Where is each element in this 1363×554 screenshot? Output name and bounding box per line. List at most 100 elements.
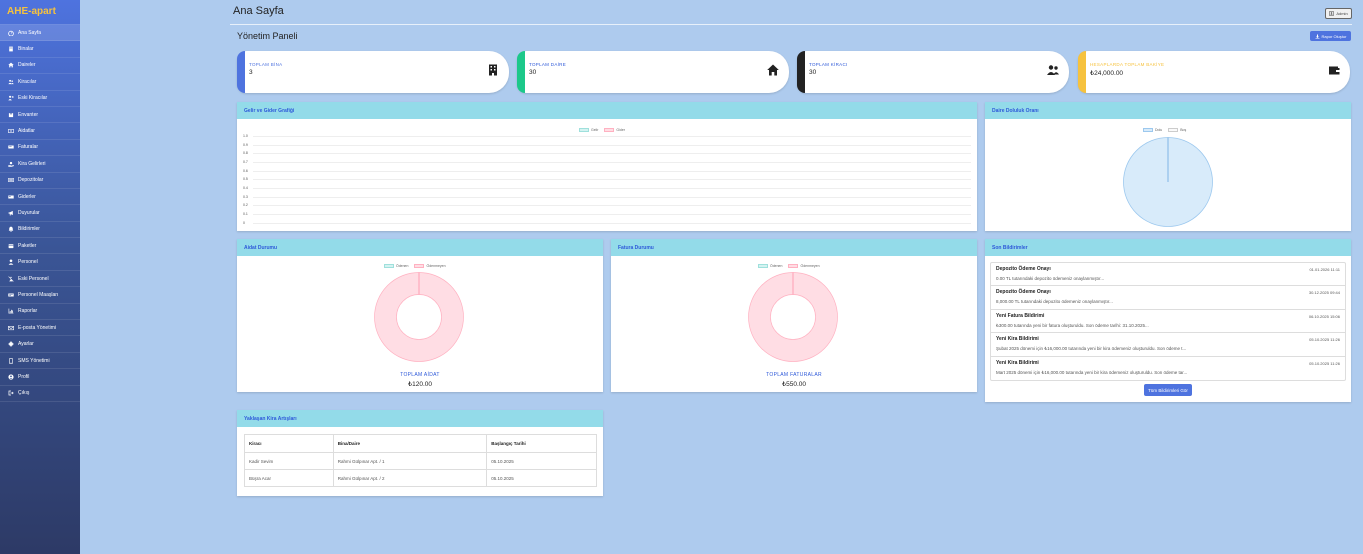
sidebar-item-label: Faturalar (18, 144, 39, 151)
sidebar-item-faturalar[interactable]: Faturalar (0, 140, 80, 157)
grid-line (253, 196, 971, 198)
sidebar-item-eski-personel[interactable]: Eski Personel (0, 271, 80, 288)
sidebar-item-label: Çıkış (18, 390, 30, 397)
sidebar-item-daireler[interactable]: Daireler (0, 58, 80, 75)
money-check-icon (7, 291, 14, 298)
notification-item[interactable]: Yeni Kira Bildirimi 05.10.2025 11:26 Mar… (991, 357, 1345, 380)
notification-date: 06.10.2025 15:06 (1308, 313, 1340, 319)
stat-card-value: ₺24,000.00 (1090, 70, 1124, 77)
stat-card-accent (1078, 51, 1086, 93)
all-notifications-button[interactable]: Tüm Bildirimleri Gör (1144, 384, 1192, 396)
sidebar-item-label: Depozitolar (18, 177, 44, 184)
sidebar-item-eski-kiracılar[interactable]: Eski Kiracılar (0, 91, 80, 107)
stat-card-3: HESAPLARDA TOPLAM BAKİYE ₺24,000.00 (1078, 51, 1350, 93)
sidebar-item-label: Giderler (18, 193, 36, 200)
sidebar-item-depozitolar[interactable]: Depozitolar (0, 173, 80, 189)
envelope-icon (7, 324, 14, 331)
table-header-cell[interactable]: Kiracı (244, 434, 334, 453)
dues-legend: Ödenen Ödenmeyen (384, 264, 446, 269)
wallet-icon (7, 177, 14, 184)
table-row[interactable]: Büşra Acar Rahmi Gülpınar Apt. / 2 05.10.2… (244, 469, 597, 487)
wallet-icon (1328, 64, 1340, 76)
table-cell: 05.10.2025 (486, 469, 597, 487)
sidebar-item-kira-gelirleri[interactable]: Kira Gelirleri (0, 156, 80, 173)
income-expense-legend: Gelir Gider (579, 128, 625, 133)
legend-item-unpaid[interactable]: Ödenmeyen (414, 264, 446, 269)
grid-line (253, 153, 971, 155)
stat-card-accent (237, 51, 245, 93)
gear-icon (7, 341, 14, 348)
stat-card-label: TOPLAM KİRACI (809, 62, 848, 67)
notification-message: 0.00 TL tutarındaki depozito ödemeniz on… (996, 276, 1105, 281)
user-menu-button[interactable]: Admin (1325, 8, 1352, 19)
sidebar-item-label: Kira Gelirleri (18, 160, 46, 167)
sidebar-item-personel-maaşları[interactable]: Personel Maaşları (0, 287, 80, 304)
sidebar-item-personel[interactable]: Personel (0, 254, 80, 271)
sidebar-item-sms-yönetimi[interactable]: SMS Yönetimi (0, 353, 80, 370)
stat-card-2: TOPLAM KİRACI 30 (797, 51, 1069, 93)
sidebar-item-label: Eski Personel (18, 275, 49, 282)
stat-card-label: TOPLAM BİNA (249, 62, 283, 67)
notification-date: 30.12.2025 09:44 (1308, 290, 1340, 296)
sidebar-item-ana-sayfa[interactable]: Ana Sayfa (0, 25, 80, 42)
user-slash-icon (7, 275, 14, 282)
sidebar: AHE-apart Ana Sayfa Binalar Daireler Kiracı… (0, 0, 80, 554)
occupancy-pie (1123, 137, 1213, 227)
sidebar-item-giderler[interactable]: Giderler (0, 189, 80, 206)
table-header-cell[interactable]: Başlangıç Tarihi (486, 434, 597, 453)
legend-item-expense[interactable]: Gider (604, 128, 625, 133)
sidebar-item-ayarlar[interactable]: Ayarlar (0, 336, 80, 353)
sidebar-item-label: Personel Maaşları (18, 291, 59, 298)
sidebar-item-label: Profil (18, 373, 30, 380)
notification-message: Mart 2025 dönemi için ₺16,000.00 tutarın… (996, 369, 1188, 375)
legend-item-empty[interactable]: Boş (1168, 128, 1186, 133)
header-divider (230, 24, 1352, 25)
bullhorn-icon (7, 209, 14, 216)
stat-card-1: TOPLAM DAİRE 30 (517, 51, 789, 93)
notification-item[interactable]: Yeni Fatura Bildirimi 06.10.2025 15:06 ₺… (991, 310, 1345, 334)
box-icon (7, 111, 14, 118)
sidebar-item-kiracılar[interactable]: Kiracılar (0, 74, 80, 91)
legend-item-paid[interactable]: Ödenen (384, 264, 408, 269)
building-icon (487, 64, 499, 76)
notifications-list: Depozito Ödeme Onayı 01.01.2026 11:11 0.… (990, 262, 1346, 381)
table-cell: 05.10.2025 (486, 452, 597, 470)
dues-panel: Aidat Durumu Ödenen Ödenmeyen TOPLAM AİD… (237, 239, 603, 392)
notification-item[interactable]: Yeni Kira Bildirimi 05.10.2025 11:26 Şub… (991, 333, 1345, 357)
income-expense-panel: Gelir ve Gider Grafiği Gelir Gider 1.0 0.… (237, 102, 977, 231)
bills-donut (748, 272, 838, 362)
sidebar-item-e-posta-yönetimi[interactable]: E-posta Yönetimi (0, 320, 80, 337)
table-header-cell[interactable]: Bina/Daire (332, 434, 488, 453)
sidebar-item-bildirimler[interactable]: Bildirimler (0, 222, 80, 239)
brand-logo[interactable]: AHE-apart (0, 0, 80, 25)
legend-item-occupied[interactable]: Dolu (1143, 128, 1162, 133)
sidebar-item-raporlar[interactable]: Raporlar (0, 304, 80, 321)
legend-item-income[interactable]: Gelir (579, 128, 598, 133)
y-tick-label: 0.4 (243, 185, 248, 190)
table-cell: Rahmi Gülpınar Apt. / 1 (332, 452, 488, 470)
sidebar-item-paketler[interactable]: Paketler (0, 238, 80, 255)
legend-item-unpaid[interactable]: Ödenmeyen (788, 264, 820, 269)
stat-card-accent (797, 51, 805, 93)
notifications-title: Son Bildirimler (985, 239, 1351, 256)
page-title: Ana Sayfa (233, 5, 284, 17)
sidebar-item-profil[interactable]: Profil (0, 369, 80, 386)
create-report-button[interactable]: Rapor Oluştur (1310, 31, 1351, 41)
sidebar-item-çıkış[interactable]: Çıkış (0, 386, 80, 402)
sidebar-item-duyurular[interactable]: Duyurular (0, 205, 80, 222)
notification-message: ₺300.00 tutarında yeni bir fatura oluştu… (996, 322, 1149, 328)
notification-item[interactable]: Depozito Ödeme Onayı 30.12.2025 09:44 8,… (991, 286, 1345, 310)
table-row[interactable]: Kadir Sevim Rahmi Gülpınar Apt. / 1 05.10.… (244, 452, 597, 470)
stat-card-accent (517, 51, 525, 93)
legend-item-paid[interactable]: Ödenen (758, 264, 782, 269)
notification-title: Depozito Ödeme Onayı (996, 266, 1051, 272)
sidebar-item-aidatlar[interactable]: Aidatlar (0, 123, 80, 140)
stat-card-value: 30 (809, 69, 817, 76)
sidebar-item-envanter[interactable]: Envanter (0, 107, 80, 124)
sidebar-item-binalar[interactable]: Binalar (0, 41, 80, 58)
table-cell: Rahmi Gülpınar Apt. / 2 (332, 469, 488, 487)
rent-increases-panel: Yaklaşan Kira Artışları Kiracı Bina/Daire… (237, 410, 603, 496)
y-tick-label: 0 (243, 220, 245, 225)
notification-item[interactable]: Depozito Ödeme Onayı 01.01.2026 11:11 0.… (991, 263, 1345, 287)
hand-holding-icon (7, 160, 14, 167)
